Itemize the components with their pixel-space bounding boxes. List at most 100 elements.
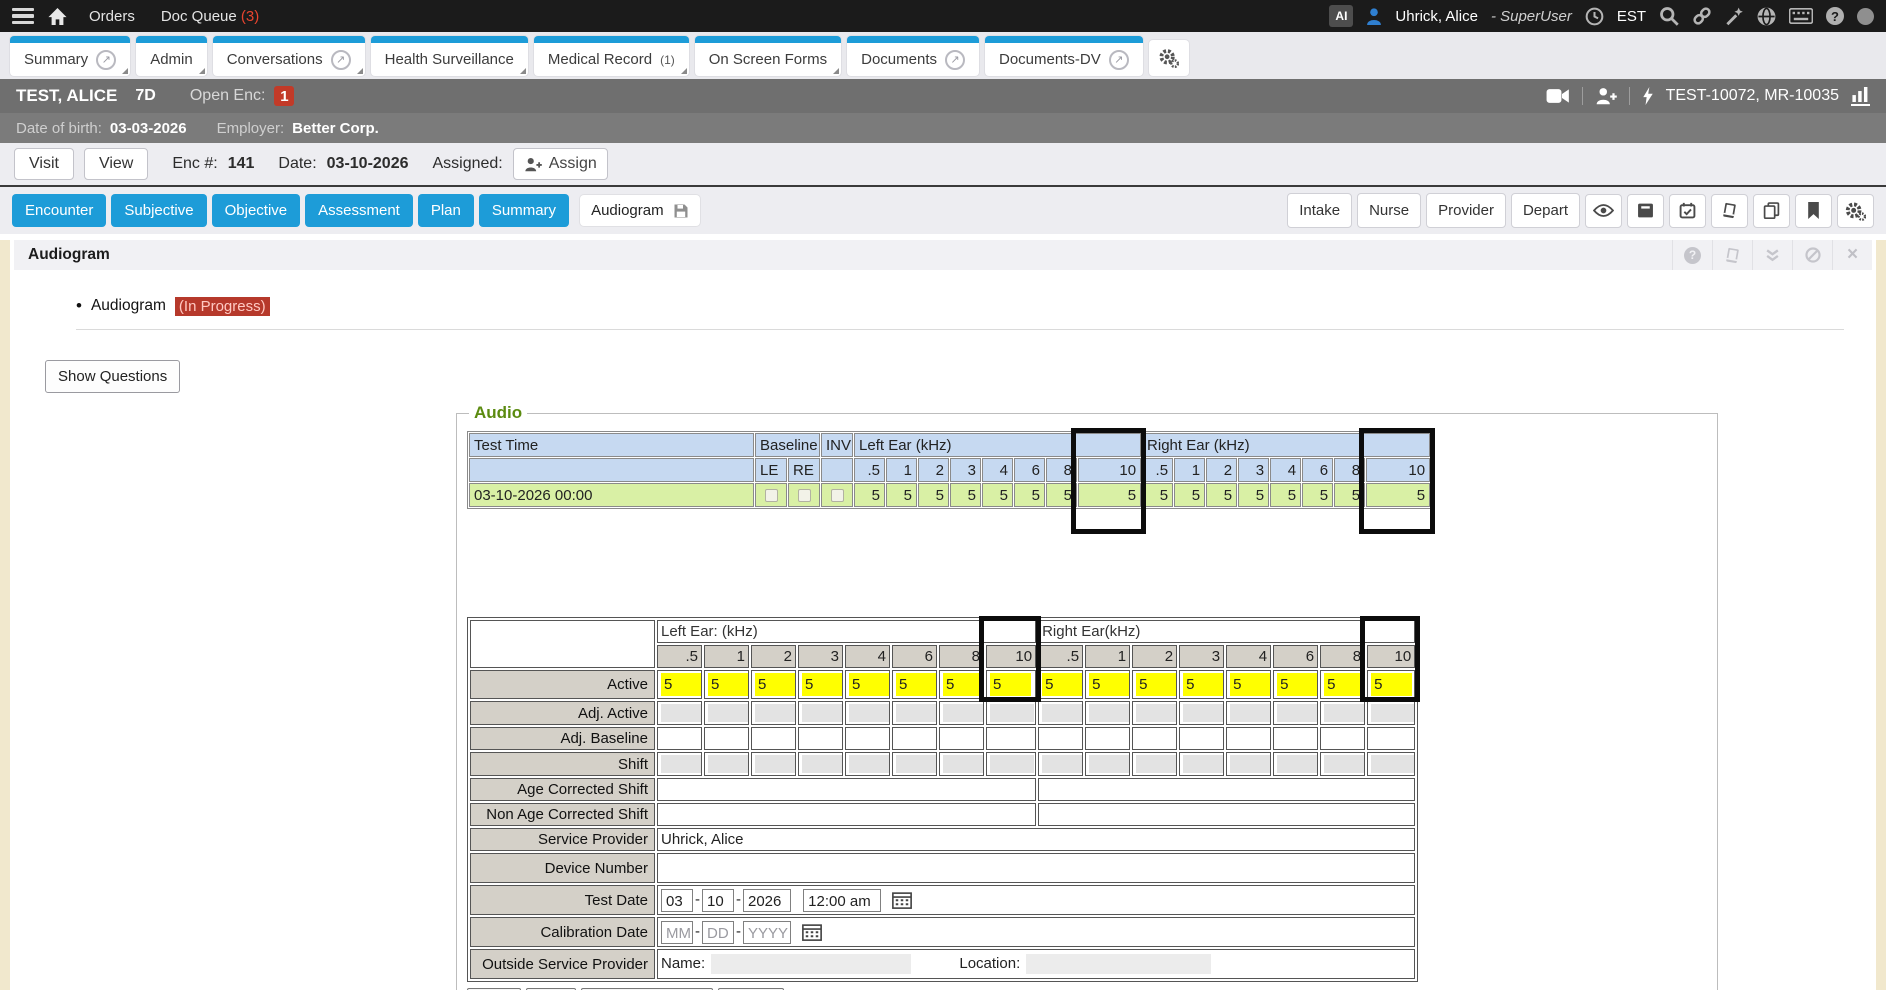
adj-baseline-cell[interactable] bbox=[892, 727, 937, 750]
active-value-cell[interactable]: 5 bbox=[1273, 670, 1318, 699]
book-icon[interactable] bbox=[1712, 240, 1752, 270]
visit-button[interactable]: Visit bbox=[14, 148, 74, 180]
disable-icon[interactable] bbox=[1792, 240, 1832, 270]
active-value-cell[interactable]: 5 bbox=[845, 670, 890, 699]
active-value-cell[interactable]: 5 bbox=[986, 670, 1036, 699]
objective-button[interactable]: Objective bbox=[212, 194, 301, 227]
add-person-icon[interactable] bbox=[1595, 87, 1617, 105]
active-value-cell[interactable]: 5 bbox=[657, 670, 702, 699]
test-time-input[interactable]: 12:00 am bbox=[803, 889, 881, 912]
active-value-cell[interactable]: 5 bbox=[798, 670, 843, 699]
nav-orders[interactable]: Orders bbox=[89, 8, 135, 25]
provider-button[interactable]: Provider bbox=[1426, 193, 1506, 228]
assign-button[interactable]: Assign bbox=[513, 148, 608, 180]
outside-name-input[interactable] bbox=[711, 954, 911, 974]
bolt-icon[interactable] bbox=[1642, 87, 1654, 105]
help-icon[interactable]: ? bbox=[1826, 7, 1844, 25]
active-value-cell[interactable]: 5 bbox=[1367, 670, 1415, 699]
home-icon[interactable] bbox=[48, 8, 67, 25]
search-icon[interactable] bbox=[1659, 6, 1679, 26]
close-icon[interactable]: × bbox=[1832, 240, 1872, 270]
user-name[interactable]: Uhrick, Alice bbox=[1395, 8, 1478, 25]
tab-conversations[interactable]: Conversations ↗ bbox=[213, 36, 365, 76]
adj-baseline-cell[interactable] bbox=[704, 727, 749, 750]
external-link-icon[interactable]: ↗ bbox=[945, 50, 965, 70]
active-value-cell[interactable]: 5 bbox=[939, 670, 984, 699]
tab-summary[interactable]: Summary ↗ bbox=[10, 36, 130, 76]
active-value-cell[interactable]: 5 bbox=[1132, 670, 1177, 699]
active-value-cell[interactable]: 5 bbox=[1038, 670, 1083, 699]
adj-baseline-cell[interactable] bbox=[939, 727, 984, 750]
calendar-icon[interactable] bbox=[802, 923, 822, 940]
archive-icon[interactable] bbox=[1627, 194, 1664, 228]
intake-button[interactable]: Intake bbox=[1287, 193, 1352, 228]
calibration-month-input[interactable]: MM bbox=[661, 921, 693, 944]
test-result-row[interactable]: 03-10-2026 00:00 55555555 55555555 bbox=[469, 483, 1430, 507]
tab-medical-record[interactable]: Medical Record (1) bbox=[534, 36, 689, 76]
encounter-button[interactable]: Encounter bbox=[12, 194, 106, 227]
view-button[interactable]: View bbox=[84, 148, 148, 180]
external-link-icon[interactable]: ↗ bbox=[1109, 50, 1129, 70]
adj-baseline-cell[interactable] bbox=[1320, 727, 1365, 750]
eye-icon[interactable] bbox=[1585, 194, 1622, 228]
assessment-button[interactable]: Assessment bbox=[305, 194, 413, 227]
test-date-year-input[interactable]: 2026 bbox=[743, 889, 791, 912]
adj-baseline-cell[interactable] bbox=[1038, 727, 1083, 750]
test-date-day-input[interactable]: 10 bbox=[702, 889, 734, 912]
keyboard-icon[interactable] bbox=[1789, 8, 1813, 24]
subjective-button[interactable]: Subjective bbox=[111, 194, 206, 227]
save-icon[interactable] bbox=[673, 203, 689, 219]
summary-button[interactable]: Summary bbox=[479, 194, 569, 227]
adj-baseline-cell[interactable] bbox=[751, 727, 796, 750]
nav-doc-queue[interactable]: Doc Queue (3) bbox=[161, 8, 259, 25]
book-icon[interactable] bbox=[1711, 194, 1748, 228]
settings-gears-icon[interactable] bbox=[1837, 194, 1874, 228]
bookmark-icon[interactable] bbox=[1795, 194, 1832, 228]
calendar-icon[interactable] bbox=[892, 891, 912, 908]
adj-baseline-cell[interactable] bbox=[1132, 727, 1177, 750]
link-icon[interactable] bbox=[1692, 6, 1712, 26]
collapse-chevrons-icon[interactable] bbox=[1752, 240, 1792, 270]
open-enc-badge[interactable]: 1 bbox=[274, 86, 294, 106]
outside-location-input[interactable] bbox=[1026, 954, 1211, 974]
tab-documents[interactable]: Documents ↗ bbox=[847, 36, 979, 76]
calendar-check-icon[interactable] bbox=[1669, 194, 1706, 228]
active-value-cell[interactable]: 5 bbox=[1179, 670, 1224, 699]
active-value-cell[interactable]: 5 bbox=[704, 670, 749, 699]
nurse-button[interactable]: Nurse bbox=[1357, 193, 1421, 228]
adj-baseline-cell[interactable] bbox=[986, 727, 1036, 750]
audiogram-active-tab[interactable]: Audiogram bbox=[580, 195, 700, 226]
adj-baseline-cell[interactable] bbox=[845, 727, 890, 750]
item-label[interactable]: Audiogram bbox=[91, 297, 166, 315]
active-value-cell[interactable]: 5 bbox=[1085, 670, 1130, 699]
adj-baseline-cell[interactable] bbox=[1367, 727, 1415, 750]
adj-baseline-cell[interactable] bbox=[1085, 727, 1130, 750]
baseline-le-checkbox[interactable] bbox=[765, 489, 778, 502]
device-number-input[interactable] bbox=[657, 853, 1415, 883]
globe-icon[interactable] bbox=[1757, 7, 1776, 26]
tab-admin[interactable]: Admin bbox=[136, 36, 207, 76]
active-value-cell[interactable]: 5 bbox=[1226, 670, 1271, 699]
clock-icon[interactable] bbox=[1585, 7, 1604, 26]
calibration-year-input[interactable]: YYYY bbox=[743, 921, 791, 944]
adj-baseline-cell[interactable] bbox=[657, 727, 702, 750]
adj-baseline-cell[interactable] bbox=[1179, 727, 1224, 750]
tab-settings[interactable] bbox=[1149, 40, 1189, 76]
chart-icon[interactable] bbox=[1851, 87, 1870, 106]
video-camera-icon[interactable] bbox=[1546, 88, 1570, 104]
wand-icon[interactable] bbox=[1725, 7, 1744, 26]
adj-baseline-cell[interactable] bbox=[798, 727, 843, 750]
baseline-re-checkbox[interactable] bbox=[798, 489, 811, 502]
menu-icon[interactable] bbox=[12, 8, 34, 25]
audiogram-list-item[interactable]: • Audiogram (In Progress) bbox=[76, 296, 1844, 330]
active-value-cell[interactable]: 5 bbox=[751, 670, 796, 699]
adj-baseline-cell[interactable] bbox=[1226, 727, 1271, 750]
inv-checkbox[interactable] bbox=[831, 489, 844, 502]
active-value-cell[interactable]: 5 bbox=[1320, 670, 1365, 699]
copy-icon[interactable] bbox=[1753, 194, 1790, 228]
test-date-month-input[interactable]: 03 bbox=[661, 889, 693, 912]
tab-on-screen-forms[interactable]: On Screen Forms bbox=[695, 36, 841, 76]
active-value-cell[interactable]: 5 bbox=[892, 670, 937, 699]
external-link-icon[interactable]: ↗ bbox=[96, 50, 116, 70]
calibration-day-input[interactable]: DD bbox=[702, 921, 734, 944]
